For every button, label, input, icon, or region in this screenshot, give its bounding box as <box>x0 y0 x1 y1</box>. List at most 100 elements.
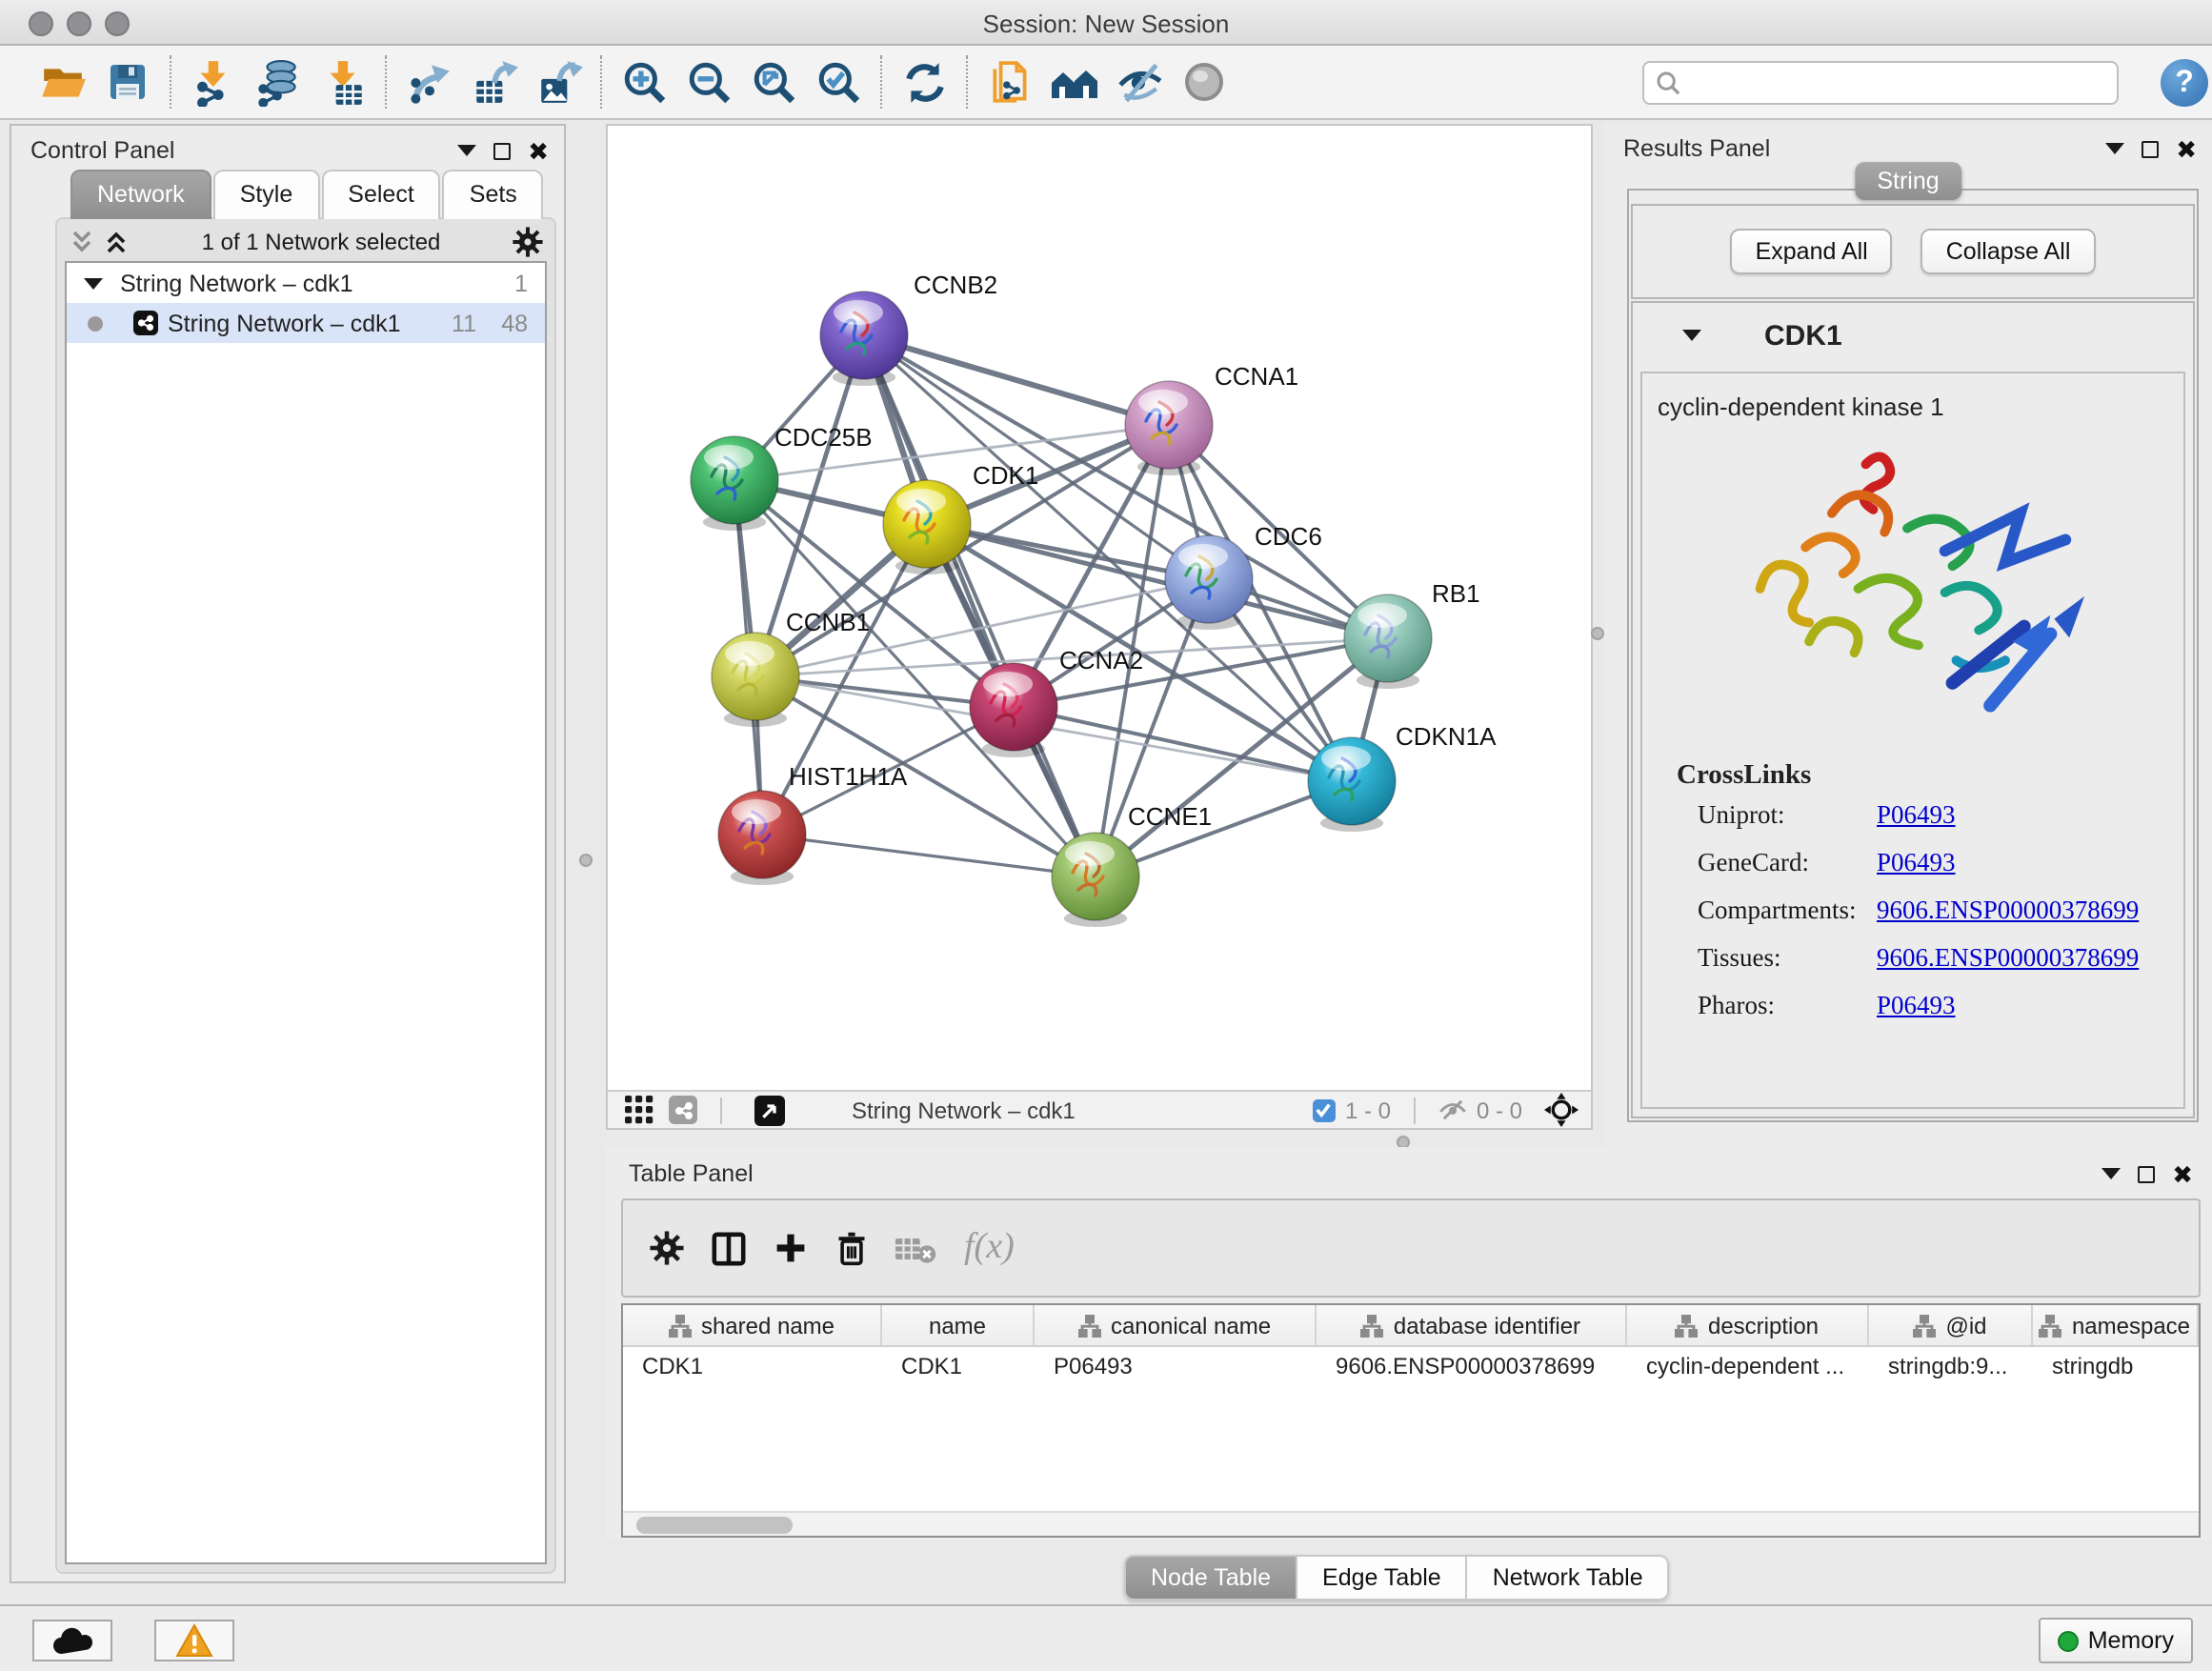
tab-network-table[interactable]: Network Table <box>1468 1555 1670 1601</box>
table-cell[interactable]: stringdb:9... <box>1869 1347 2033 1387</box>
grid-view-icon[interactable] <box>625 1096 654 1124</box>
table-cell[interactable]: CDK1 <box>623 1347 882 1387</box>
tree-expand-icon[interactable] <box>84 277 103 289</box>
export-table-icon[interactable] <box>461 51 526 112</box>
panel-close-icon[interactable]: ✖ <box>2172 1165 2193 1182</box>
gene-collapse-icon[interactable] <box>1682 330 1701 341</box>
column-header-database-identifier[interactable]: database identifier <box>1317 1305 1627 1345</box>
delete-column-icon[interactable] <box>835 1230 869 1266</box>
import-network-from-file-icon[interactable] <box>181 51 246 112</box>
column-header--id[interactable]: @id <box>1869 1305 2033 1345</box>
import-network-from-database-icon[interactable] <box>246 51 311 112</box>
panel-menu-icon[interactable] <box>2101 1168 2121 1179</box>
panel-float-icon[interactable] <box>2138 1165 2155 1182</box>
network-node-RB1[interactable] <box>1344 594 1432 689</box>
hide-graphics-details-icon[interactable] <box>1107 51 1172 112</box>
right-splitter-handle[interactable] <box>1591 627 1604 640</box>
birdseye-toggle-icon[interactable] <box>1543 1092 1579 1128</box>
table-cell[interactable]: P06493 <box>1035 1347 1317 1387</box>
zoom-in-icon[interactable] <box>612 51 676 112</box>
column-header-canonical-name[interactable]: canonical name <box>1035 1305 1317 1345</box>
network-type-icon[interactable] <box>669 1096 697 1124</box>
column-header-shared-name[interactable]: shared name <box>623 1305 882 1345</box>
refresh-icon[interactable] <box>892 51 956 112</box>
open-file-icon[interactable] <box>30 51 95 112</box>
open-in-window-icon[interactable] <box>754 1095 785 1125</box>
table-horizontal-scrollbar[interactable] <box>623 1511 2199 1536</box>
network-node-CCNB1[interactable] <box>712 633 799 727</box>
zoom-fit-icon[interactable] <box>741 51 806 112</box>
selected-nodes-checkbox-icon[interactable] <box>1313 1098 1336 1121</box>
tab-sets[interactable]: Sets <box>443 170 544 219</box>
scrollbar-thumb[interactable] <box>636 1517 793 1534</box>
panel-float-icon[interactable] <box>493 142 511 159</box>
network-node-CDKN1A[interactable] <box>1308 737 1396 832</box>
tab-node-table[interactable]: Node Table <box>1124 1555 1297 1601</box>
crosslink-link[interactable]: P06493 <box>1877 800 1956 831</box>
left-splitter-handle[interactable] <box>579 854 593 867</box>
export-image-icon[interactable] <box>526 51 591 112</box>
tab-style[interactable]: Style <box>213 170 320 219</box>
gear-icon[interactable] <box>513 227 543 257</box>
collapse-all-button[interactable]: Collapse All <box>1921 229 2096 274</box>
search-input[interactable] <box>1688 70 2117 96</box>
function-builder-icon[interactable]: f(x) <box>964 1227 1015 1269</box>
network-edge-HIST1H1A-CCNE1[interactable] <box>762 835 1096 876</box>
panel-menu-icon[interactable] <box>457 145 476 156</box>
crosslink-link[interactable]: P06493 <box>1877 991 1956 1021</box>
network-collection-row[interactable]: String Network – cdk1 1 <box>67 263 545 303</box>
tab-edge-table[interactable]: Edge Table <box>1297 1555 1468 1601</box>
crosslink-link[interactable]: 9606.ENSP00000378699 <box>1877 943 2139 974</box>
tab-network[interactable]: Network <box>70 170 211 219</box>
crosslink-link[interactable]: P06493 <box>1877 848 1956 878</box>
zoom-out-icon[interactable] <box>676 51 741 112</box>
tab-string[interactable]: String <box>1854 162 1961 200</box>
network-edge-CCNB2-CCNA1[interactable] <box>864 335 1169 425</box>
expand-all-icon[interactable] <box>103 229 130 255</box>
network-node-CCNE1[interactable] <box>1052 833 1139 927</box>
network-canvas[interactable]: CCNB2CCNA1CDC25BCDK1CDC6RB1CCNB1CCNA2CDK… <box>608 126 1591 1090</box>
toolbar-separator <box>600 55 602 109</box>
zoom-selected-icon[interactable] <box>806 51 871 112</box>
panel-float-icon[interactable] <box>2142 140 2159 157</box>
memory-button[interactable]: Memory <box>2039 1618 2193 1663</box>
expand-all-button[interactable]: Expand All <box>1731 229 1893 274</box>
import-table-from-file-icon[interactable] <box>311 51 375 112</box>
panel-close-icon[interactable]: ✖ <box>528 142 549 159</box>
table-row[interactable]: CDK1CDK1P064939606.ENSP00000378699cyclin… <box>623 1347 2199 1387</box>
delete-table-icon[interactable] <box>895 1234 937 1262</box>
home-icon[interactable] <box>1042 51 1107 112</box>
add-column-icon[interactable] <box>774 1231 808 1265</box>
tree-column-icon <box>1676 1314 1699 1337</box>
cloud-status-button[interactable] <box>32 1620 112 1661</box>
table-cell[interactable]: cyclin-dependent ... <box>1627 1347 1869 1387</box>
collapse-all-icon[interactable] <box>69 229 95 255</box>
network-row-selected[interactable]: String Network – cdk1 11 48 <box>67 303 545 343</box>
network-node-CDC25B[interactable] <box>691 436 778 531</box>
table-cell[interactable]: 9606.ENSP00000378699 <box>1317 1347 1627 1387</box>
network-node-CDC6[interactable] <box>1165 535 1253 630</box>
crosslink-link[interactable]: 9606.ENSP00000378699 <box>1877 896 2139 926</box>
column-header-name[interactable]: name <box>882 1305 1035 1345</box>
network-node-HIST1H1A[interactable] <box>718 791 806 885</box>
panel-menu-icon[interactable] <box>2105 143 2124 154</box>
warnings-button[interactable] <box>154 1620 234 1661</box>
column-header-description[interactable]: description <box>1627 1305 1869 1345</box>
table-cell[interactable]: stringdb <box>2033 1347 2199 1387</box>
show-columns-icon[interactable] <box>711 1230 747 1266</box>
help-icon[interactable]: ? <box>2161 59 2208 107</box>
tab-select[interactable]: Select <box>321 170 441 219</box>
share-document-icon[interactable] <box>977 51 1042 112</box>
save-session-icon[interactable] <box>95 51 160 112</box>
panel-close-icon[interactable]: ✖ <box>2176 140 2197 157</box>
network-node-CCNA2[interactable] <box>970 663 1057 757</box>
table-gear-icon[interactable] <box>650 1231 684 1265</box>
table-cell[interactable]: CDK1 <box>882 1347 1035 1387</box>
network-node-CDK1[interactable] <box>883 480 971 574</box>
network-node-CCNA1[interactable] <box>1125 381 1213 475</box>
column-header-namespace[interactable]: namespace <box>2033 1305 2199 1345</box>
network-edge-CCNA2-CDKN1A[interactable] <box>1014 707 1352 781</box>
tree-column-icon <box>2040 1314 2062 1337</box>
birdseye-view-icon[interactable] <box>1172 51 1237 112</box>
export-network-icon[interactable] <box>396 51 461 112</box>
